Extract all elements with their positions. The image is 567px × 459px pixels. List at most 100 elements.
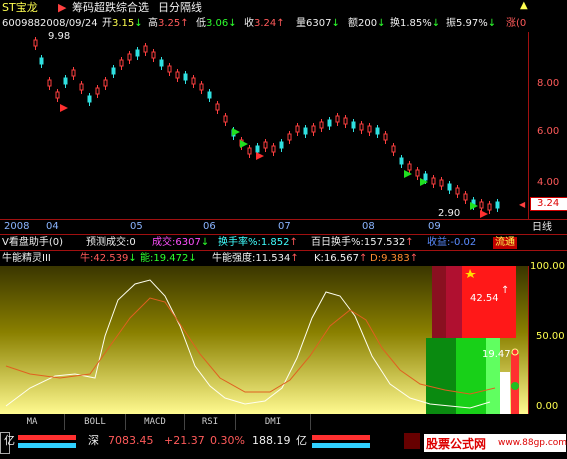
forecast-value: 0 bbox=[129, 237, 136, 248]
candle bbox=[103, 79, 108, 87]
candle bbox=[207, 91, 212, 99]
y-tick: 0.00 bbox=[536, 401, 559, 412]
candle bbox=[351, 121, 356, 129]
candle bbox=[335, 115, 340, 123]
status-bar: 亿 深 7083.45 +21.37 0.30% 188.19 亿 股票公式网 … bbox=[0, 430, 567, 459]
current-price-value: 3.24 bbox=[537, 198, 560, 209]
candle bbox=[327, 119, 332, 127]
watermark-url: www.88gp.com bbox=[498, 438, 567, 448]
d-label: D: bbox=[370, 253, 382, 264]
candle bbox=[279, 141, 284, 149]
forecast-label: 预测成交: bbox=[86, 237, 130, 248]
tab-boll[interactable]: BOLL bbox=[65, 414, 126, 430]
candle bbox=[71, 69, 76, 77]
title-bar: ST宝龙 ▶ 筹码超跌综合选 日分隔线 ▲ bbox=[0, 0, 567, 16]
close-label: 收 bbox=[244, 18, 254, 29]
candle bbox=[495, 201, 500, 209]
turnover-value: 188.19 bbox=[252, 434, 291, 447]
candle bbox=[375, 127, 380, 135]
candle bbox=[167, 65, 172, 73]
period-label[interactable]: 日线 bbox=[532, 222, 552, 234]
close-value: 3.24 bbox=[254, 18, 277, 29]
market-label: 深 bbox=[88, 434, 99, 447]
index-value: 7083.45 bbox=[108, 434, 154, 447]
candle bbox=[287, 133, 292, 141]
candle bbox=[143, 45, 148, 53]
indicator1-bar: V看盘助手(0) 预测成交:0 成交:6307↓ 换手率%:1.852↑ 百日换… bbox=[2, 237, 517, 249]
candle bbox=[439, 179, 444, 187]
indicator2-chart[interactable] bbox=[0, 266, 567, 414]
indicator2-name[interactable]: 牛能精灵III bbox=[2, 253, 51, 265]
high-label: 高 bbox=[148, 18, 158, 29]
energy-label: 能: bbox=[140, 253, 154, 264]
indicator1-param: (0) bbox=[48, 237, 64, 248]
price-chart[interactable] bbox=[0, 32, 567, 220]
up-arrow-icon[interactable]: ▲ bbox=[520, 0, 530, 11]
candle bbox=[95, 87, 100, 95]
amplitude-label: 振 bbox=[446, 18, 456, 29]
amplitude-value: 5.97% bbox=[456, 18, 488, 29]
alarm-icon[interactable] bbox=[404, 433, 420, 449]
candle bbox=[431, 177, 436, 185]
candle bbox=[39, 57, 44, 65]
current-price-tag: 3.24 bbox=[530, 197, 567, 211]
quote-date: 2008/09/24 bbox=[40, 18, 98, 29]
amount-label: 额 bbox=[348, 18, 358, 29]
candle bbox=[455, 187, 460, 195]
candle bbox=[303, 127, 308, 135]
change-value: (0 bbox=[516, 18, 527, 29]
energy-value: 19.472 bbox=[153, 253, 189, 264]
low-value: 3.06 bbox=[206, 18, 229, 29]
candle bbox=[159, 59, 164, 67]
turnover-label: 换 bbox=[390, 18, 400, 29]
strength-label: 牛能强度: bbox=[212, 253, 256, 264]
candle bbox=[47, 79, 52, 87]
tab-dmi[interactable]: DMI bbox=[236, 414, 311, 430]
turnover-rate-value: 1.852 bbox=[260, 237, 290, 248]
candle bbox=[55, 91, 60, 99]
signal-arrow-icon bbox=[232, 128, 240, 136]
y-tick: 4.00 bbox=[537, 177, 560, 188]
formula-title[interactable]: 筹码超跌综合选 bbox=[72, 1, 149, 14]
candle bbox=[463, 193, 468, 201]
y-tick: 50.00 bbox=[536, 331, 565, 342]
tab-macd[interactable]: MACD bbox=[126, 414, 185, 430]
tab-ma[interactable]: MA bbox=[0, 414, 65, 430]
cow-label: 牛: bbox=[80, 253, 94, 264]
candle bbox=[191, 77, 196, 85]
high-value: 3.25 bbox=[158, 18, 181, 29]
volume-label: 量 bbox=[296, 18, 306, 29]
candle bbox=[447, 183, 452, 191]
signal-arrow-icon bbox=[404, 170, 412, 178]
date-tick: 07 bbox=[278, 221, 291, 232]
indicator1-name[interactable]: V看盘助手 bbox=[2, 237, 49, 248]
candle bbox=[407, 163, 412, 171]
y-tick: 100.00 bbox=[530, 261, 565, 272]
flow-label: 流通 bbox=[493, 237, 517, 249]
index-change: +21.37 bbox=[164, 434, 205, 447]
cow-value: 42.539 bbox=[93, 253, 129, 264]
stock-name[interactable]: ST宝龙 bbox=[2, 1, 38, 14]
indicator2-bar: 牛能精灵III 牛:42.539↓ 能:19.472↓ 牛能强度:11.534↑… bbox=[2, 253, 419, 265]
candle bbox=[271, 145, 276, 153]
quote-info-bar: 600988 2008/09/24 开3.15↓ 高3.25↑ 低3.06↓ 收… bbox=[2, 18, 527, 29]
open-label: 开 bbox=[102, 18, 112, 29]
candle bbox=[319, 121, 324, 129]
candle bbox=[295, 125, 300, 133]
candle bbox=[263, 141, 268, 149]
candle bbox=[111, 67, 116, 75]
tab-rsi[interactable]: RSI bbox=[185, 414, 236, 430]
left-arrow-icon: ◀ bbox=[519, 200, 526, 209]
date-tick: 09 bbox=[428, 221, 441, 232]
period-label[interactable]: 日分隔线 bbox=[158, 1, 202, 14]
k-value: 16.567 bbox=[323, 253, 359, 264]
candle bbox=[487, 203, 492, 211]
turnover-unit: 亿 bbox=[296, 434, 307, 447]
candle bbox=[63, 77, 68, 85]
low-label: 低 bbox=[196, 18, 206, 29]
hundred-value: 157.532 bbox=[363, 237, 406, 248]
candle bbox=[87, 95, 92, 103]
candle bbox=[399, 157, 404, 165]
candle bbox=[79, 83, 84, 91]
arrow-icon: ▶ bbox=[58, 1, 67, 14]
